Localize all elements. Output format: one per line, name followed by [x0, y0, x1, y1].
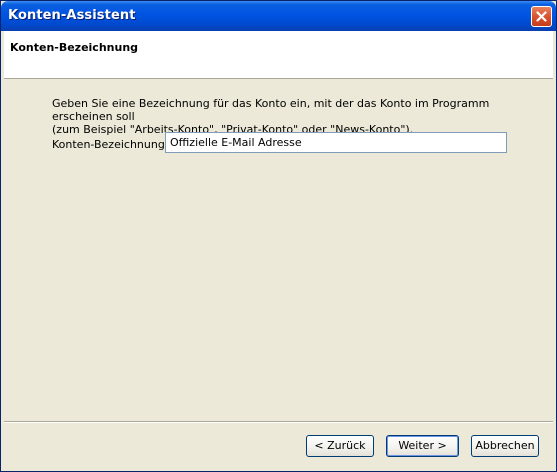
- page-header: Konten-Bezeichnung: [4, 31, 553, 79]
- page-title: Konten-Bezeichnung: [10, 41, 139, 54]
- close-icon: [536, 11, 547, 22]
- title-bar[interactable]: Konten-Assistent: [1, 1, 556, 31]
- wizard-window: Konten-Assistent Konten-Bezeichnung Gebe…: [0, 0, 557, 472]
- instructions-text: Geben Sie eine Bezeichnung für das Konto…: [52, 97, 532, 136]
- instructions-line-1: Geben Sie eine Bezeichnung für das Konto…: [52, 97, 490, 123]
- back-button[interactable]: < Zurück: [306, 435, 374, 457]
- footer-divider-highlight: [4, 422, 553, 423]
- cancel-button[interactable]: Abbrechen: [471, 435, 539, 457]
- close-button[interactable]: [531, 6, 552, 27]
- account-name-label: Konten-Bezeichnung:: [52, 138, 169, 151]
- window-title: Konten-Assistent: [8, 8, 136, 23]
- next-button[interactable]: Weiter >: [386, 435, 459, 457]
- account-name-input[interactable]: [165, 132, 507, 153]
